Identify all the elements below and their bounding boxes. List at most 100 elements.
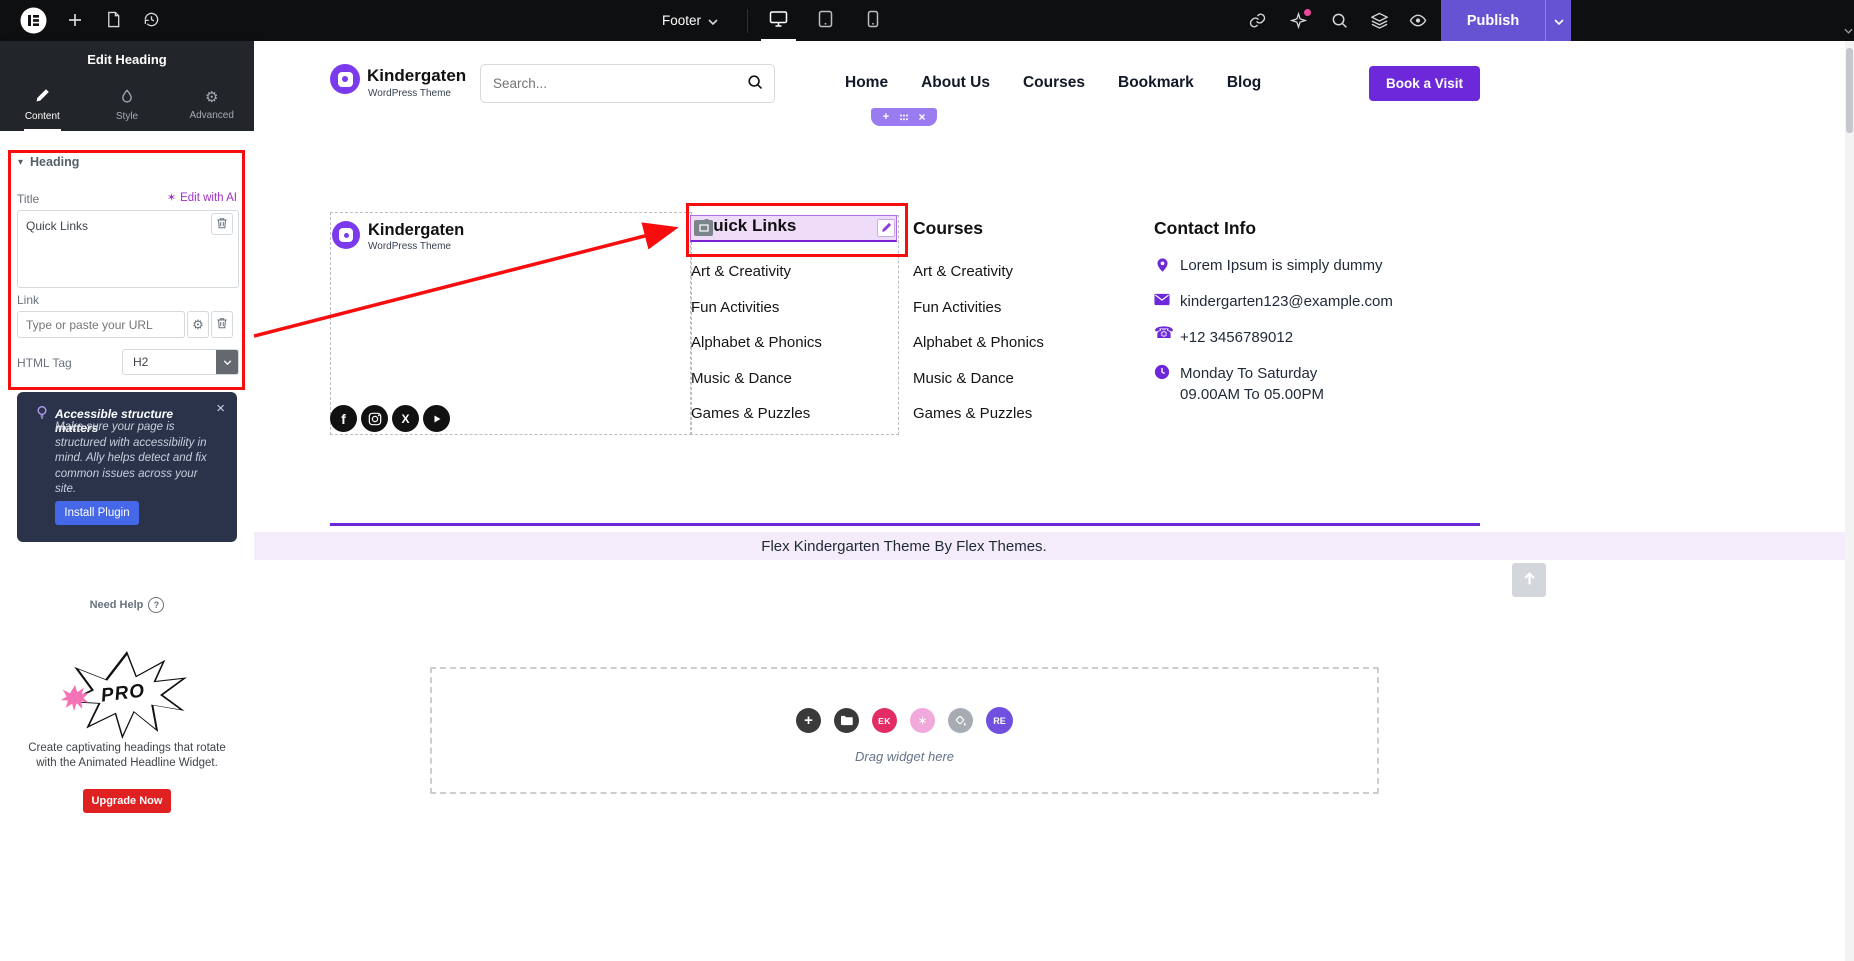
nav-bookmark[interactable]: Bookmark: [1118, 74, 1194, 92]
edit-with-ai-button[interactable]: ✶ Edit with AI: [167, 191, 237, 205]
nav-home[interactable]: Home: [845, 74, 888, 92]
section-handle: + ×: [871, 108, 937, 126]
footer-link[interactable]: Alphabet & Phonics: [913, 334, 1044, 351]
paint-bucket-icon[interactable]: [948, 708, 973, 733]
facebook-icon[interactable]: f: [330, 405, 357, 432]
edit-with-ai-label: Edit with AI: [180, 191, 237, 204]
scrollbar-track[interactable]: [1845, 41, 1854, 961]
pencil-icon: [881, 221, 892, 236]
tablet-view-button[interactable]: [802, 0, 849, 41]
link-options-button[interactable]: ⚙: [187, 311, 209, 338]
publish-button[interactable]: Publish: [1441, 0, 1545, 41]
eye-icon: [1409, 12, 1427, 32]
site-search-button[interactable]: [736, 65, 774, 102]
nav-blog[interactable]: Blog: [1227, 74, 1261, 92]
delete-section-icon[interactable]: ×: [913, 108, 931, 126]
link-url-input[interactable]: [17, 311, 185, 338]
trash-icon: [216, 317, 228, 332]
add-section-icon[interactable]: +: [877, 108, 895, 126]
upgrade-now-button[interactable]: Upgrade Now: [83, 789, 171, 813]
tab-style[interactable]: Style: [85, 79, 170, 131]
publish-options-button[interactable]: [1545, 0, 1571, 41]
html-tag-select[interactable]: H2: [122, 349, 239, 375]
edit-widget-button[interactable]: [877, 219, 895, 237]
ai-sparkle-icon[interactable]: ✶: [910, 708, 935, 733]
footer-link[interactable]: Art & Creativity: [691, 263, 791, 280]
need-help[interactable]: Need Help ?: [0, 597, 254, 613]
contact-email[interactable]: kindergarten123@example.com: [1180, 293, 1393, 310]
footer-link[interactable]: Art & Creativity: [913, 263, 1013, 280]
desktop-view-button[interactable]: [755, 0, 802, 41]
panel-tabs: Content Style ⚙ Advanced: [0, 79, 254, 131]
html-tag-value: H2: [133, 355, 149, 369]
elementor-logo-icon: [20, 7, 47, 37]
quick-add-icons: + EK ✶ RE: [432, 707, 1377, 734]
lightbulb-icon: [35, 405, 49, 425]
document-switcher[interactable]: Footer: [662, 0, 718, 41]
footer-link[interactable]: Games & Puzzles: [913, 405, 1032, 422]
contact-phone[interactable]: +12 3456789012: [1180, 329, 1293, 346]
drag-section-icon[interactable]: [895, 108, 913, 126]
contact-heading: Contact Info: [1154, 218, 1257, 238]
widget-drag-handle[interactable]: [694, 220, 713, 236]
close-icon[interactable]: ×: [216, 400, 225, 417]
topbar-divider: [747, 9, 748, 33]
x-twitter-icon[interactable]: X: [392, 405, 419, 432]
footer-link[interactable]: Alphabet & Phonics: [691, 334, 822, 351]
courses-heading: Courses: [913, 218, 984, 238]
notice-body: Make sure your page is structured with a…: [55, 421, 207, 495]
gear-icon: ⚙: [192, 317, 204, 332]
page-settings-button[interactable]: [102, 10, 124, 32]
plus-icon: [67, 12, 83, 31]
history-button[interactable]: [140, 10, 162, 32]
site-logo-icon[interactable]: [330, 64, 360, 94]
tab-content[interactable]: Content: [0, 79, 85, 131]
scroll-to-top-button[interactable]: [1512, 563, 1546, 597]
instagram-icon[interactable]: [361, 405, 388, 432]
add-element-button[interactable]: [64, 10, 86, 32]
drag-widget-area[interactable]: + EK ✶ RE Drag widget here: [430, 667, 1379, 794]
add-widget-icon[interactable]: +: [796, 708, 821, 733]
drag-widget-hint: Drag widget here: [855, 749, 954, 764]
heading-section-toggle[interactable]: ▾ Heading: [18, 155, 79, 169]
scrollbar-thumb[interactable]: [1846, 48, 1853, 133]
install-plugin-button[interactable]: Install Plugin: [55, 501, 139, 525]
youtube-icon[interactable]: [423, 405, 450, 432]
link-field-row: ⚙: [17, 311, 233, 338]
document-switcher-label: Footer: [662, 13, 702, 28]
elementor-editor: Footer Publish Edit Heading Content Styl…: [0, 0, 1854, 961]
footer-link[interactable]: Fun Activities: [691, 299, 779, 316]
footer-link[interactable]: Games & Puzzles: [691, 405, 810, 422]
footer-brand-tagline: WordPress Theme: [368, 241, 451, 252]
structure-button[interactable]: [1368, 11, 1390, 33]
site-brand-name[interactable]: Kindergaten: [367, 66, 466, 86]
tab-label: Advanced: [189, 109, 234, 121]
chevron-down-icon: [1553, 13, 1564, 28]
title-input[interactable]: Quick Links: [17, 210, 239, 288]
nav-about-us[interactable]: About Us: [921, 74, 990, 92]
link-icon: [1249, 12, 1266, 32]
clear-title-button[interactable]: [211, 213, 233, 235]
tab-advanced[interactable]: ⚙ Advanced: [169, 79, 254, 131]
copy-link-button[interactable]: [1246, 11, 1268, 33]
nav-courses[interactable]: Courses: [1023, 74, 1085, 92]
mobile-view-button[interactable]: [849, 0, 896, 41]
site-search-input[interactable]: [481, 76, 736, 91]
ai-assistant-button[interactable]: [1287, 9, 1311, 33]
clear-link-button[interactable]: [211, 311, 233, 338]
templates-folder-icon[interactable]: [834, 708, 859, 733]
html-tag-label: HTML Tag: [17, 356, 72, 370]
footer-link[interactable]: Music & Dance: [913, 370, 1014, 387]
book-a-visit-button[interactable]: Book a Visit: [1369, 66, 1480, 101]
preview-button[interactable]: [1407, 11, 1429, 33]
site-nav: Home About Us Courses Bookmark Blog: [845, 74, 1261, 92]
elementskit-icon[interactable]: EK: [872, 708, 897, 733]
royal-addons-icon[interactable]: RE: [986, 707, 1013, 734]
elementor-menu-button[interactable]: [20, 7, 47, 37]
finder-search-button[interactable]: [1328, 11, 1350, 33]
section-title: Heading: [30, 155, 80, 169]
footer-link[interactable]: Music & Dance: [691, 370, 792, 387]
quick-links-heading[interactable]: Quick Links: [700, 216, 796, 236]
footer-link[interactable]: Fun Activities: [913, 299, 1001, 316]
panel-title: Edit Heading: [0, 41, 254, 79]
